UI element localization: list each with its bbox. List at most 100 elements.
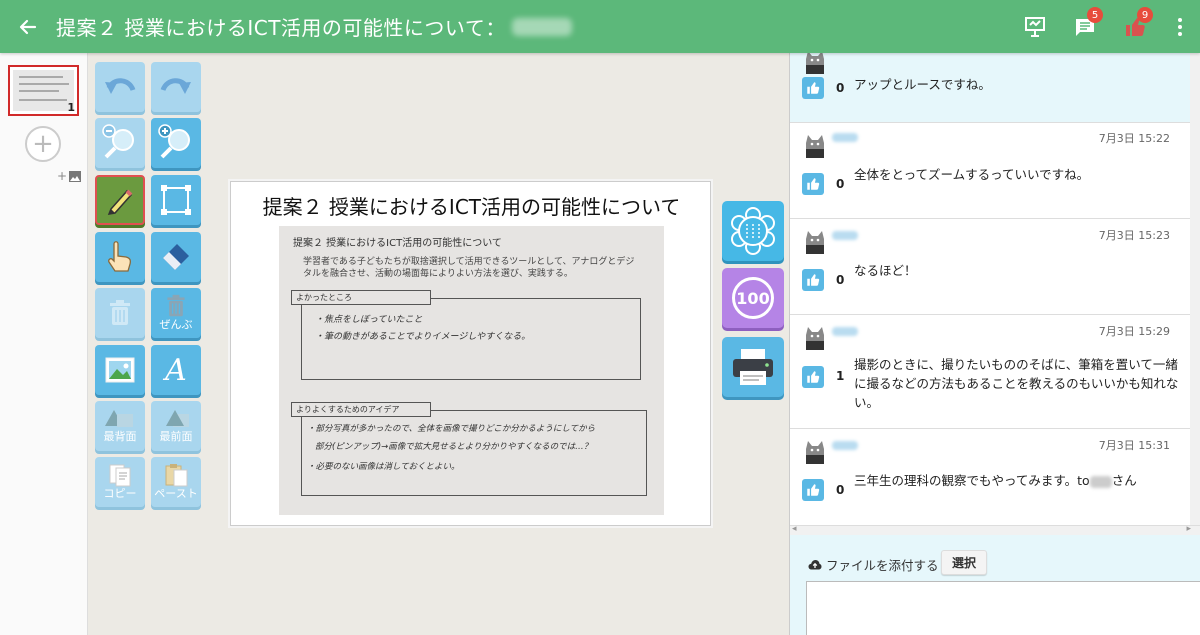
comment-like-button[interactable] (802, 366, 824, 388)
delete-button[interactable] (95, 288, 145, 338)
comment-like-count: 0 (836, 81, 845, 95)
scroll-left-icon[interactable]: ◂ (792, 524, 797, 534)
zoom-in-button[interactable] (151, 118, 201, 168)
header-actions: 5 9 (1010, 0, 1200, 53)
thumbnail-line (19, 83, 69, 85)
insert-text-button[interactable]: A (151, 345, 201, 395)
cloud-upload-icon (808, 560, 822, 570)
comment-count-badge: 5 (1087, 7, 1103, 23)
scroll-right-icon[interactable]: ▸ (1186, 524, 1191, 534)
flower-stamp-icon (731, 207, 775, 255)
good-note-2: ・筆の動きがあることでよりイメージしやすくなる。 (315, 332, 531, 342)
comment-like-count: 0 (836, 177, 845, 191)
delete-all-label: ぜんぶ (159, 318, 193, 331)
comment-author-blurred (832, 441, 858, 450)
image-icon (105, 357, 135, 383)
likes-button[interactable]: 9 (1110, 0, 1160, 53)
comment-item: 7月3日 15:29 1 撮影のときに、撮りたいもののそばに、筆箱を置いて一緒に… (790, 315, 1190, 429)
comment-item: 0 アップとルースですね。 (790, 53, 1190, 123)
paste-icon (165, 464, 188, 487)
copy-button[interactable]: コピー (95, 457, 145, 507)
plus-small-icon: + (57, 169, 68, 183)
eraser-tool-button[interactable] (151, 232, 201, 282)
thumbnail-page-number: 1 (67, 101, 75, 114)
comment-composer: ファイルを添付する 選択 (790, 535, 1200, 635)
comment-like-button[interactable] (802, 269, 824, 291)
undo-icon (105, 78, 136, 94)
more-vert-icon (1178, 17, 1182, 36)
score-circle-icon: 100 (732, 277, 774, 319)
horizontal-scrollbar[interactable]: ◂ ▸ (790, 524, 1200, 535)
delete-all-button[interactable]: ぜんぶ (151, 288, 201, 338)
thumbnail-line (19, 76, 63, 78)
comment-timestamp: 7月3日 15:31 (1098, 439, 1170, 452)
cat-avatar-icon (806, 135, 824, 158)
comment-item: 7月3日 15:31 0 三年生の理科の観察でもやってみます。to さん (790, 429, 1190, 525)
copy-icon (109, 464, 131, 487)
thumbs-up-icon (807, 178, 820, 190)
select-rectangle-button[interactable] (151, 175, 201, 225)
image-icon (69, 170, 82, 182)
pen-tool-button[interactable] (95, 175, 145, 225)
back-button[interactable] (0, 0, 56, 53)
worksheet-photo[interactable]: 提案２ 授業におけるICT活用の可能性について 学習者である子どもたちが取捨選択… (279, 226, 664, 515)
plus-icon: + (32, 129, 54, 159)
cat-avatar-icon (806, 441, 824, 464)
more-menu-button[interactable] (1160, 0, 1200, 53)
comment-text: 三年生の理科の観察でもやってみます。to さん (854, 471, 1184, 490)
undo-button[interactable] (95, 62, 145, 112)
comment-item: 7月3日 15:22 0 全体をとってズームするっていいですね。 (790, 123, 1190, 219)
printer-icon (733, 349, 773, 385)
comment-like-button[interactable] (802, 479, 824, 501)
paste-button[interactable]: ペースト (151, 457, 201, 507)
app-header: 提案２ 授業におけるICT活用の可能性について： 5 9 (0, 0, 1200, 53)
attach-file-label: ファイルを添付する (808, 555, 939, 574)
worksheet-intro: 学習者である子どもたちが取捨選択して活用できるツールとして、アナログとデジタルを… (303, 257, 635, 279)
stamp-button[interactable] (722, 201, 784, 261)
score-label: 100 (736, 288, 770, 308)
pencil-icon (107, 189, 133, 215)
comment-like-button[interactable] (802, 77, 824, 99)
pointing-hand-icon (108, 241, 132, 272)
comment-author-blurred (832, 133, 858, 142)
comment-text: 全体をとってズームするっていいですね。 (854, 167, 1090, 182)
comment-like-count: 1 (836, 369, 845, 383)
presentation-icon (1025, 16, 1045, 37)
thumbs-up-icon (807, 274, 820, 286)
add-page-button[interactable]: + (25, 126, 61, 162)
thumbnail-line (19, 90, 59, 92)
zoom-out-icon (102, 124, 134, 159)
score-stamp-button[interactable]: 100 (722, 268, 784, 328)
good-note-1: ・焦点をしぼっていたこと (315, 315, 423, 325)
redo-button[interactable] (151, 62, 201, 112)
thumbs-up-icon (807, 484, 820, 496)
blurred-recipient-name (1089, 475, 1112, 488)
comment-text: 撮影のときに、撮りたいもののそばに、筆箱を置いて一緒に撮るなどの方法もあることを… (854, 357, 1179, 410)
comment-timestamp: 7月3日 15:22 (1098, 132, 1170, 145)
comment-like-button[interactable] (802, 173, 824, 195)
page-title: 提案２ 授業におけるICT活用の可能性について： (56, 16, 506, 40)
comment-list[interactable]: 0 アップとルースですね。 7月3日 15:22 0 全体をとってズームするって… (790, 53, 1200, 525)
presentation-button[interactable] (1010, 0, 1060, 53)
insert-image-button[interactable] (95, 345, 145, 395)
slide-canvas[interactable]: 提案２ 授業におけるICT活用の可能性について 提案２ 授業におけるICT活用の… (230, 181, 711, 526)
slide-title: 提案２ 授業におけるICT活用の可能性について (262, 195, 681, 219)
comment-panel: 0 アップとルースですね。 7月3日 15:22 0 全体をとってズームするって… (789, 53, 1200, 635)
send-to-back-label: 最背面 (103, 430, 137, 443)
comment-text-after: さん (1111, 473, 1137, 488)
thumbs-up-icon (807, 82, 820, 94)
hand-tool-button[interactable] (95, 232, 145, 282)
add-image-page-button[interactable]: + (57, 169, 82, 183)
cat-avatar-icon (806, 53, 824, 74)
bring-to-front-button[interactable]: 最前面 (151, 401, 201, 451)
print-button[interactable] (722, 337, 784, 397)
select-file-button[interactable]: 選択 (941, 550, 987, 575)
send-to-back-button[interactable]: 最背面 (95, 401, 145, 451)
vertical-scrollbar[interactable] (1190, 53, 1200, 525)
comments-button[interactable]: 5 (1060, 0, 1110, 53)
comment-text-before: 三年生の理科の観察でもやってみます。to (854, 473, 1090, 488)
page-thumbnail[interactable]: 1 (8, 65, 79, 116)
comment-input[interactable] (806, 581, 1200, 635)
bring-to-front-label: 最前面 (159, 430, 193, 443)
zoom-out-button[interactable] (95, 118, 145, 168)
